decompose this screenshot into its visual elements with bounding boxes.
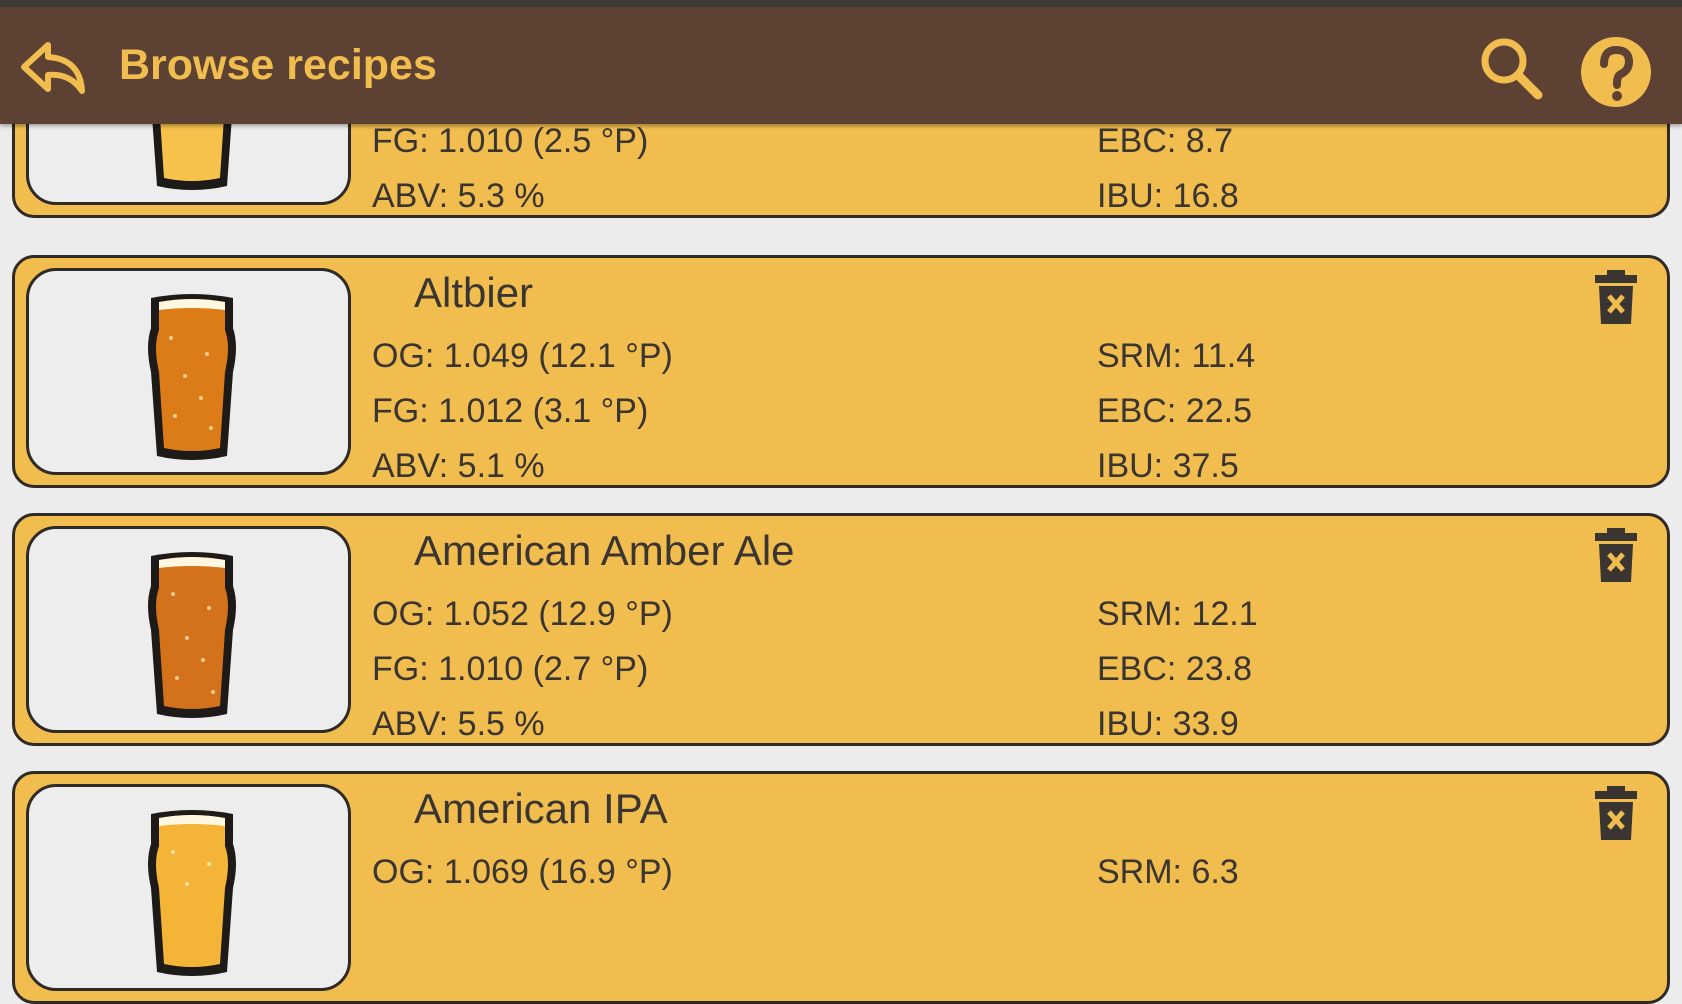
original-gravity: OG: 1.069 (16.9 °P): [372, 853, 673, 891]
status-bar: [0, 0, 1682, 7]
ebc-color: EBC: 8.7: [1097, 122, 1234, 160]
reply-back-icon[interactable]: [20, 37, 86, 97]
ebc-color: EBC: 22.5: [1097, 392, 1252, 430]
trash-icon[interactable]: [1593, 786, 1639, 840]
final-gravity: FG: 1.010 (2.7 °P): [372, 650, 649, 688]
beer-glass-icon: [148, 810, 236, 976]
beer-glass-thumbnail: [26, 784, 351, 991]
app-bar: Browse recipes: [0, 7, 1682, 124]
help-circle-icon[interactable]: [1580, 36, 1652, 108]
trash-icon[interactable]: [1593, 528, 1639, 582]
beer-glass-icon: [148, 552, 236, 718]
srm-color: SRM: 11.4: [1097, 337, 1256, 375]
srm-color: SRM: 6.3: [1097, 853, 1239, 891]
search-icon[interactable]: [1478, 35, 1544, 101]
final-gravity: FG: 1.012 (3.1 °P): [372, 392, 649, 430]
trash-icon[interactable]: [1593, 270, 1639, 324]
ibu-bitterness: IBU: 33.9: [1097, 705, 1239, 743]
recipe-list[interactable]: FG: 1.010 (2.5 °P) ABV: 5.3 % EBC: 8.7 I…: [0, 0, 1682, 1004]
ebc-color: EBC: 23.8: [1097, 650, 1252, 688]
ibu-bitterness: IBU: 16.8: [1097, 177, 1239, 215]
beer-glass-thumbnail: [26, 268, 351, 475]
page-title: Browse recipes: [119, 41, 437, 89]
recipe-card[interactable]: American Amber Ale OG: 1.052 (12.9 °P) F…: [12, 513, 1670, 746]
ibu-bitterness: IBU: 37.5: [1097, 447, 1239, 485]
recipe-name: Altbier: [414, 269, 534, 316]
original-gravity: OG: 1.049 (12.1 °P): [372, 337, 673, 375]
original-gravity: OG: 1.052 (12.9 °P): [372, 595, 673, 633]
recipe-card[interactable]: Altbier OG: 1.049 (12.1 °P) FG: 1.012 (3…: [12, 255, 1670, 488]
beer-glass-thumbnail: [26, 526, 351, 733]
recipe-name: American Amber Ale: [414, 527, 795, 574]
alcohol-by-volume: ABV: 5.1 %: [372, 447, 545, 485]
srm-color: SRM: 12.1: [1097, 595, 1258, 633]
alcohol-by-volume: ABV: 5.5 %: [372, 705, 545, 743]
alcohol-by-volume: ABV: 5.3 %: [372, 177, 545, 215]
final-gravity: FG: 1.010 (2.5 °P): [372, 122, 649, 160]
recipe-name: American IPA: [414, 785, 668, 832]
recipe-card[interactable]: American IPA OG: 1.069 (16.9 °P) SRM: 6.…: [12, 771, 1670, 1004]
beer-glass-icon: [148, 294, 236, 460]
